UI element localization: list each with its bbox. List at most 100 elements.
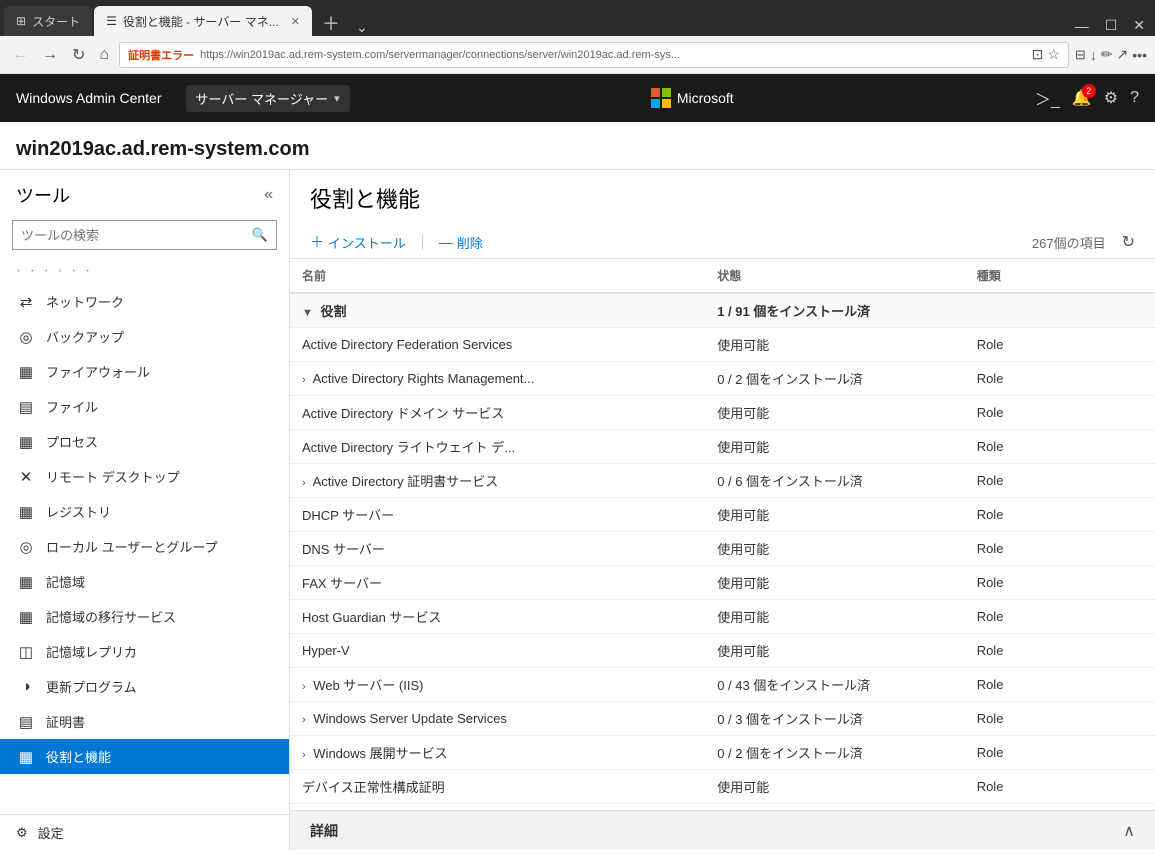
- back-button[interactable]: ←: [8, 44, 32, 66]
- sidebar-item-storage[interactable]: ▦ 記憶域: [0, 564, 289, 599]
- sidebar-item-storage-migration[interactable]: ▦ 記憶域の移行サービス: [0, 599, 289, 634]
- ms-sq-blue: [651, 99, 660, 108]
- storage-replica-icon: ◫: [16, 643, 36, 661]
- sidebar-item-roles[interactable]: ▦ 役割と機能: [0, 739, 289, 774]
- row-type-2: Role: [965, 396, 1155, 430]
- table-row[interactable]: Active Directory ライトウェイト デ... 使用可能 Role: [290, 430, 1155, 464]
- sidebar-item-firewall[interactable]: ▦ ファイアウォール: [0, 354, 289, 389]
- delete-button[interactable]: — 削除: [439, 233, 483, 252]
- row-status-11: 0 / 3 個をインストール済: [705, 702, 965, 736]
- expand-icon-11[interactable]: ›: [302, 714, 306, 726]
- downloads-icon[interactable]: ↓: [1090, 47, 1097, 63]
- share-icon[interactable]: ↗: [1117, 46, 1129, 63]
- table-row[interactable]: DNS サーバー 使用可能 Role: [290, 532, 1155, 566]
- roles-tab-label: 役割と機能 - サーバー マネ...: [123, 13, 279, 30]
- delete-label: 削除: [457, 233, 483, 252]
- home-button[interactable]: ⌂: [95, 44, 113, 66]
- microsoft-logo: Microsoft: [651, 88, 734, 108]
- certificates-icon: ▤: [16, 713, 36, 731]
- address-url: https://win2019ac.ad.rem-system.com/serv…: [200, 49, 1026, 61]
- sidebar-item-network[interactable]: ⇄ ネットワーク: [0, 284, 289, 319]
- row-type-0: Role: [965, 328, 1155, 362]
- sidebar-search-input[interactable]: [21, 228, 252, 243]
- sidebar-item-storage-migration-label: 記憶域の移行サービス: [46, 607, 176, 626]
- address-bar[interactable]: 証明書エラー https://win2019ac.ad.rem-system.c…: [119, 42, 1069, 68]
- table-row[interactable]: FAX サーバー 使用可能 Role: [290, 566, 1155, 600]
- read-view-icon[interactable]: ⊟: [1075, 47, 1086, 63]
- sidebar-item-network-label: ネットワーク: [46, 292, 124, 311]
- sidebar-item-process[interactable]: ▦ プロセス: [0, 424, 289, 459]
- favorite-icon[interactable]: ☆: [1047, 46, 1060, 63]
- table-row[interactable]: › Active Directory 証明書サービス 0 / 6 個をインストー…: [290, 464, 1155, 498]
- table-row[interactable]: デバイス正常性構成証明 使用可能 Role: [290, 770, 1155, 804]
- cert-error-indicator: 証明書エラー: [128, 47, 194, 63]
- sidebar-item-files[interactable]: ▤ ファイル: [0, 389, 289, 424]
- group-row-name: ▼ 役割: [290, 293, 705, 328]
- forward-button[interactable]: →: [38, 44, 62, 66]
- table-row[interactable]: Host Guardian サービス 使用可能 Role: [290, 600, 1155, 634]
- tab-dropdown-button[interactable]: ⌄: [350, 19, 374, 36]
- sidebar-search-box[interactable]: 🔍: [12, 220, 277, 250]
- expand-icon-10[interactable]: ›: [302, 681, 306, 693]
- install-icon: ＋: [310, 232, 324, 252]
- group-expand-icon[interactable]: ▼: [302, 307, 313, 319]
- minimize-button[interactable]: —: [1069, 15, 1095, 36]
- more-icon[interactable]: •••: [1132, 47, 1147, 63]
- row-status-7: 使用可能: [705, 566, 965, 600]
- expand-icon-12[interactable]: ›: [302, 749, 306, 761]
- tab-start[interactable]: ⊞ スタート: [4, 6, 92, 36]
- table-row[interactable]: DHCP サーバー 使用可能 Role: [290, 498, 1155, 532]
- table-row[interactable]: › Windows Server Update Services 0 / 3 個…: [290, 702, 1155, 736]
- row-name-13: デバイス正常性構成証明: [290, 770, 705, 804]
- table-row[interactable]: › Web サーバー (IIS) 0 / 43 個をインストール済 Role: [290, 668, 1155, 702]
- ms-sq-green: [662, 88, 671, 97]
- pen-icon[interactable]: ✏: [1101, 46, 1113, 63]
- notification-button[interactable]: 🔔 2: [1072, 88, 1092, 108]
- sidebar-item-remote-desktop[interactable]: ✕ リモート デスクトップ: [0, 459, 289, 494]
- row-type-3: Role: [965, 430, 1155, 464]
- sidebar-item-firewall-label: ファイアウォール: [46, 362, 150, 381]
- collapse-sidebar-button[interactable]: «: [264, 186, 273, 204]
- tab-roles[interactable]: ☰ 役割と機能 - サーバー マネ... ✕: [94, 6, 312, 36]
- sidebar-item-local-users[interactable]: ◎ ローカル ユーザーとグループ: [0, 529, 289, 564]
- row-name-9: Hyper-V: [290, 634, 705, 668]
- refresh-list-button[interactable]: ↻: [1122, 232, 1135, 252]
- help-icon[interactable]: ?: [1130, 89, 1139, 107]
- refresh-button[interactable]: ↻: [68, 43, 89, 67]
- storage-migration-icon: ▦: [16, 608, 36, 626]
- table-row[interactable]: › Active Directory Rights Management... …: [290, 362, 1155, 396]
- maximize-button[interactable]: ☐: [1099, 15, 1124, 36]
- roles-tab-close[interactable]: ✕: [291, 15, 300, 28]
- expand-icon-4[interactable]: ›: [302, 477, 306, 489]
- group-row-roles[interactable]: ▼ 役割 1 / 91 個をインストール済: [290, 293, 1155, 328]
- sidebar-item-updates-label: 更新プログラム: [46, 677, 137, 696]
- server-manager-nav[interactable]: サーバー マネージャー ▾: [186, 85, 350, 112]
- details-toggle-button[interactable]: ∧: [1123, 821, 1135, 841]
- sidebar-item-backup[interactable]: ◎ バックアップ: [0, 319, 289, 354]
- col-header-type[interactable]: 種類: [965, 259, 1155, 293]
- sidebar-item-updates[interactable]: ◑ 更新プログラム: [0, 669, 289, 704]
- close-button[interactable]: ✕: [1127, 15, 1151, 36]
- page-title-bar: 役割と機能: [290, 170, 1155, 226]
- col-header-status[interactable]: 状態: [705, 259, 965, 293]
- col-header-name[interactable]: 名前: [290, 259, 705, 293]
- sidebar-item-storage-replica[interactable]: ◫ 記憶域レプリカ: [0, 634, 289, 669]
- sidebar-item-registry[interactable]: ▦ レジストリ: [0, 494, 289, 529]
- split-view-icon[interactable]: ⊡: [1032, 46, 1044, 63]
- sidebar-item-certificates[interactable]: ▤ 証明書: [0, 704, 289, 739]
- files-icon: ▤: [16, 398, 36, 416]
- table-row[interactable]: Hyper-V 使用可能 Role: [290, 634, 1155, 668]
- row-name-5: DHCP サーバー: [290, 498, 705, 532]
- sidebar-settings-item[interactable]: ⚙ 設定: [0, 814, 289, 850]
- table-row[interactable]: Active Directory ドメイン サービス 使用可能 Role: [290, 396, 1155, 430]
- settings-icon[interactable]: ⚙: [1104, 88, 1118, 108]
- new-tab-button[interactable]: ＋: [314, 10, 348, 36]
- row-name-1: › Active Directory Rights Management...: [290, 362, 705, 396]
- table-row[interactable]: Active Directory Federation Services 使用可…: [290, 328, 1155, 362]
- row-type-13: Role: [965, 770, 1155, 804]
- terminal-icon[interactable]: ＞_: [1035, 86, 1060, 110]
- ms-sq-yellow: [662, 99, 671, 108]
- expand-icon-1[interactable]: ›: [302, 374, 306, 386]
- table-row[interactable]: › Windows 展開サービス 0 / 2 個をインストール済 Role: [290, 736, 1155, 770]
- install-button[interactable]: ＋ インストール: [310, 232, 406, 252]
